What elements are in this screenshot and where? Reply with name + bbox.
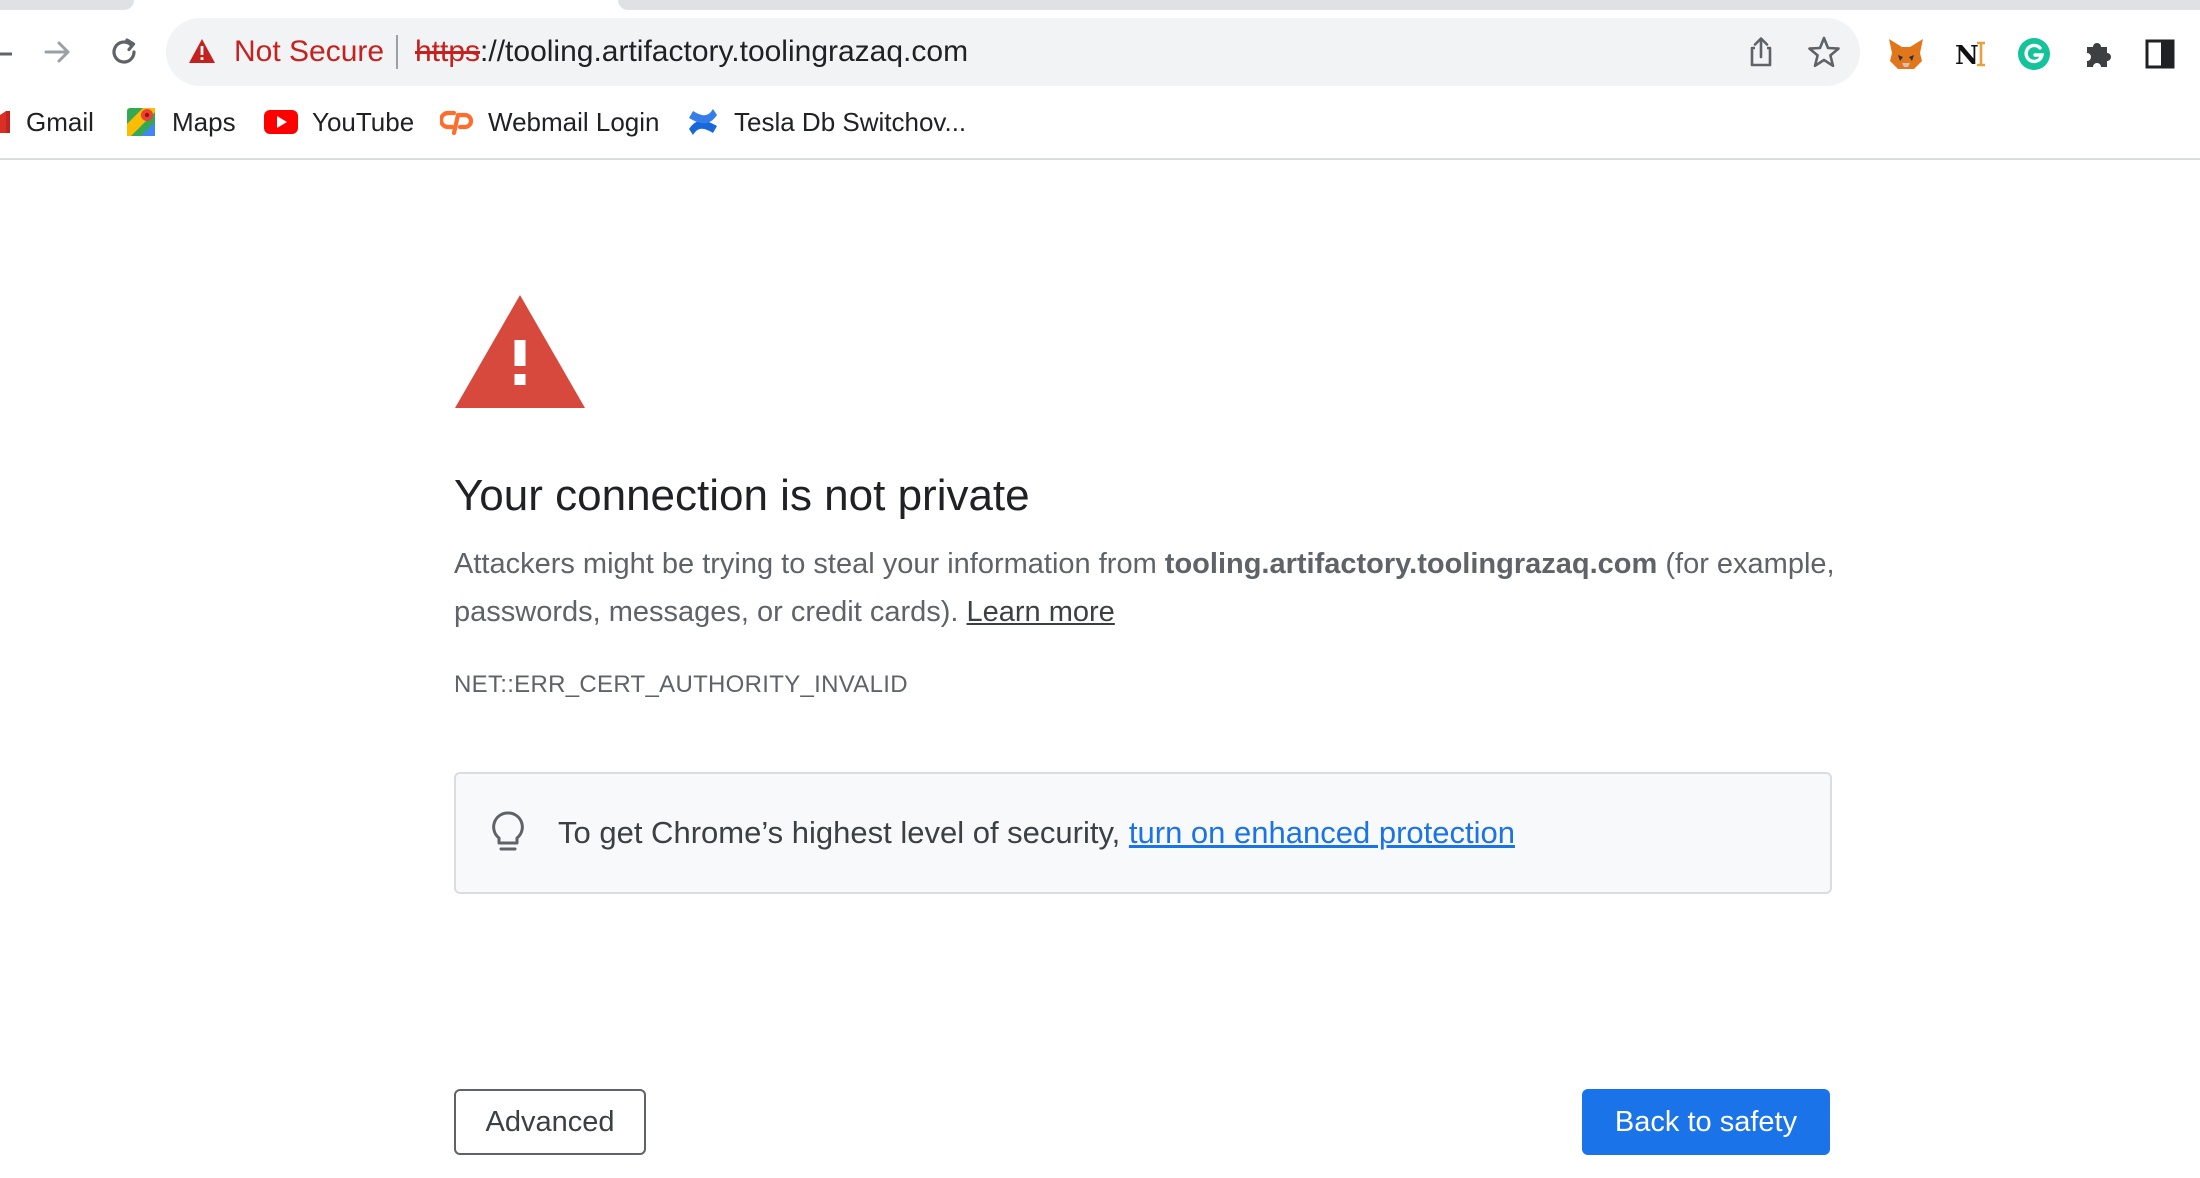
confluence-icon [686,105,720,139]
extensions-puzzle-icon[interactable] [2078,34,2118,74]
bookmark-label: Tesla Db Switchov... [734,106,967,137]
bookmark-tesla-db-switchover[interactable]: Tesla Db Switchov... [686,98,966,146]
cpanel-icon [440,105,474,139]
advanced-button[interactable]: Advanced [454,1089,646,1155]
side-panel-icon[interactable] [2140,34,2180,74]
url-host: ://tooling.artifactory.toolingrazaq.com [480,35,969,68]
url-scheme: https [415,35,481,68]
tab-strip [0,0,2200,10]
grammarly-extension-icon[interactable] [2014,34,2054,74]
error-code: NET::ERR_CERT_AUTHORITY_INVALID [454,671,908,698]
bookmark-webmail-login[interactable]: Webmail Login [440,98,660,146]
enhanced-prefix: To get Chrome’s highest level of securit… [558,815,1129,850]
bookmark-label: Webmail Login [488,106,660,137]
notion-web-clipper-extension-icon[interactable]: N [1950,34,1990,74]
bookmark-maps[interactable]: Maps [124,98,236,146]
reload-icon[interactable] [104,32,144,72]
gmail-icon [0,105,14,139]
forward-arrow-icon[interactable] [38,32,78,72]
google-maps-icon [124,105,158,139]
back-arrow-icon[interactable] [0,34,14,74]
bookmark-label: Gmail [26,106,94,137]
bookmark-star-icon[interactable] [1806,34,1842,70]
target-hostname: tooling.artifactory.toolingrazaq.com [1164,548,1658,580]
metamask-extension-icon[interactable] [1886,34,1926,74]
explanation-prefix: Attackers might be trying to steal your … [454,548,1165,580]
bookmark-label: YouTube [312,106,415,137]
url-text[interactable]: https://tooling.artifactory.toolingrazaq… [415,34,968,70]
browser-tab[interactable] [618,0,2200,10]
back-to-safety-button[interactable]: Back to safety [1582,1089,1830,1155]
bookmark-gmail[interactable]: Gmail [0,98,94,146]
svg-text:N: N [1955,41,1979,71]
learn-more-link[interactable]: Learn more [967,596,1115,628]
security-status-label[interactable]: Not Secure [234,34,384,70]
address-bar[interactable]: Not Secure https://tooling.artifactory.t… [166,18,1860,86]
enhanced-protection-text: To get Chrome’s highest level of securit… [558,812,1515,854]
bookmark-label: Maps [172,106,236,137]
lightbulb-icon [488,810,528,856]
share-icon[interactable] [1744,35,1778,69]
browser-tab[interactable] [0,0,134,10]
bookmark-youtube[interactable]: YouTube [264,98,414,146]
omnibox-divider [396,35,398,69]
bookmarks-bar: Gmail Maps YouTube Webmail Login Tesla D… [0,98,2200,158]
enhanced-protection-callout: To get Chrome’s highest level of securit… [454,772,1832,894]
explanation-paragraph: Attackers might be trying to steal your … [454,540,1844,636]
page-headline: Your connection is not private [454,471,1030,520]
toolbar-separator [0,158,2200,160]
large-warning-triangle-icon [454,294,586,410]
youtube-icon [264,105,298,139]
warning-triangle-icon[interactable] [188,38,216,64]
enhanced-protection-link[interactable]: turn on enhanced protection [1129,815,1515,850]
